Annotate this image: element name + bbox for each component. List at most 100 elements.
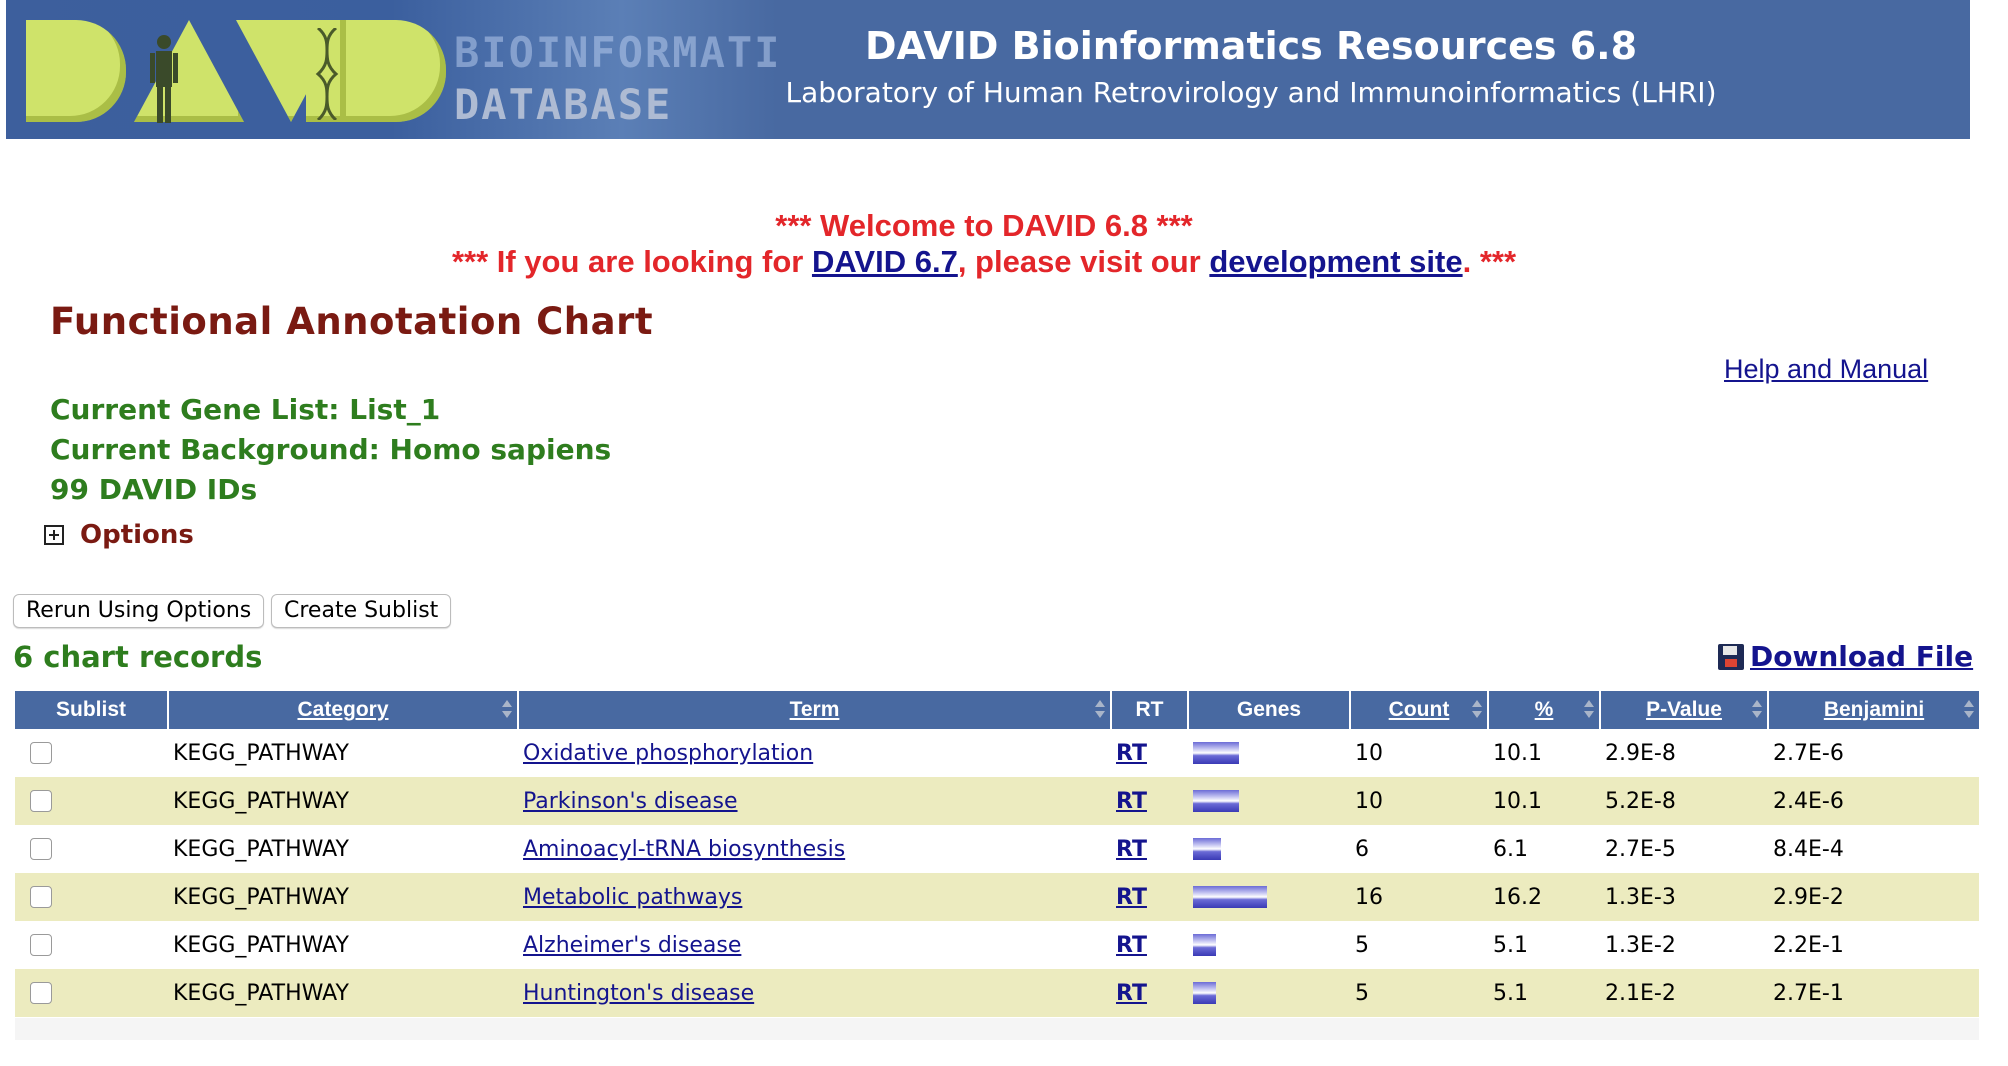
row-checkbox[interactable] <box>30 886 52 908</box>
column-header-sublist: Sublist <box>15 691 169 729</box>
percent-cell: 16.2 <box>1488 873 1600 921</box>
term-link[interactable]: Alzheimer's disease <box>523 933 741 958</box>
column-header-benjamini[interactable]: Benjamini <box>1768 691 1979 729</box>
sort-arrows-icon[interactable] <box>501 697 513 721</box>
term-link[interactable]: Parkinson's disease <box>523 789 738 814</box>
row-checkbox[interactable] <box>30 838 52 860</box>
percent-cell: 10.1 <box>1488 777 1600 825</box>
sort-arrows-icon[interactable] <box>1094 697 1106 721</box>
notice-suffix: . *** <box>1462 244 1517 279</box>
term-cell: Aminoacyl-tRNA biosynthesis <box>518 825 1111 873</box>
create-sublist-button[interactable]: Create Sublist <box>271 594 452 628</box>
term-link[interactable]: Huntington's disease <box>523 981 754 1006</box>
column-header-count[interactable]: Count <box>1350 691 1489 729</box>
pvalue-cell: 2.1E-2 <box>1600 969 1768 1017</box>
benjamini-cell: 2.2E-1 <box>1768 921 1979 969</box>
table-row: KEGG_PATHWAY Alzheimer's disease RT 5 5.… <box>15 921 1979 969</box>
expand-plus-icon[interactable] <box>44 525 64 545</box>
table-row: KEGG_PATHWAY Metabolic pathways RT 16 16… <box>15 873 1979 921</box>
genes-bar[interactable] <box>1193 886 1267 908</box>
download-file-label[interactable]: Download File <box>1750 640 1973 673</box>
term-cell: Parkinson's disease <box>518 777 1111 825</box>
category-cell: KEGG_PATHWAY <box>168 969 518 1017</box>
notice-prefix: *** If you are looking for <box>451 244 812 279</box>
rt-cell: RT <box>1111 873 1188 921</box>
sort-arrows-icon[interactable] <box>1751 697 1763 721</box>
sublist-cell <box>15 825 168 873</box>
percent-cell: 5.1 <box>1488 969 1600 1017</box>
annotation-chart-table: Sublist Category Term RT Genes Count % P… <box>15 691 1979 1017</box>
column-header-pvalue[interactable]: P-Value <box>1600 691 1769 729</box>
pvalue-cell: 1.3E-2 <box>1600 921 1768 969</box>
rt-link[interactable]: RT <box>1116 789 1147 814</box>
current-background: Current Background: Homo sapiens <box>50 433 612 466</box>
table-row: KEGG_PATHWAY Parkinson's disease RT 10 1… <box>15 777 1979 825</box>
welcome-text: *** Welcome to DAVID 6.8 *** <box>775 208 1193 243</box>
column-header-genes: Genes <box>1188 691 1351 729</box>
site-subtitle: Laboratory of Human Retrovirology and Im… <box>785 76 1717 109</box>
notice-middle: , please visit our <box>957 244 1210 279</box>
category-cell: KEGG_PATHWAY <box>168 825 518 873</box>
genes-bar[interactable] <box>1193 838 1221 860</box>
logo-letter-d2 <box>346 20 446 122</box>
term-link[interactable]: Oxidative phosphorylation <box>523 741 813 766</box>
pvalue-cell: 2.9E-8 <box>1600 729 1768 777</box>
options-label[interactable]: Options <box>80 520 194 550</box>
count-cell: 10 <box>1350 777 1488 825</box>
genes-cell <box>1188 921 1350 969</box>
rerun-using-options-button[interactable]: Rerun Using Options <box>13 594 265 628</box>
sublist-cell <box>15 921 168 969</box>
row-checkbox[interactable] <box>30 982 52 1004</box>
rt-cell: RT <box>1111 777 1188 825</box>
benjamini-cell: 2.4E-6 <box>1768 777 1979 825</box>
options-expander[interactable]: Options <box>44 520 194 550</box>
row-checkbox[interactable] <box>30 934 52 956</box>
rt-link[interactable]: RT <box>1116 933 1147 958</box>
table-body: KEGG_PATHWAY Oxidative phosphorylation R… <box>15 729 1979 1017</box>
column-header-rt: RT <box>1111 691 1189 729</box>
term-cell: Oxidative phosphorylation <box>518 729 1111 777</box>
row-checkbox[interactable] <box>30 742 52 764</box>
category-cell: KEGG_PATHWAY <box>168 777 518 825</box>
genes-bar[interactable] <box>1193 982 1216 1004</box>
rt-link[interactable]: RT <box>1116 741 1147 766</box>
david-67-link[interactable]: DAVID 6.7 <box>812 244 958 279</box>
floppy-disk-icon <box>1718 643 1744 670</box>
sort-arrows-icon[interactable] <box>1963 697 1975 721</box>
sublist-cell <box>15 873 168 921</box>
sort-arrows-icon[interactable] <box>1583 697 1595 721</box>
genes-bar[interactable] <box>1193 742 1239 764</box>
table-row: KEGG_PATHWAY Huntington's disease RT 5 5… <box>15 969 1979 1017</box>
rt-link[interactable]: RT <box>1116 885 1147 910</box>
rt-link[interactable]: RT <box>1116 837 1147 862</box>
help-and-manual-link[interactable]: Help and Manual <box>1724 354 1928 385</box>
logo-subtitle-database: DATABASE <box>454 80 673 129</box>
chart-records-count: 6 chart records <box>13 640 263 674</box>
row-checkbox[interactable] <box>30 790 52 812</box>
term-link[interactable]: Metabolic pathways <box>523 885 742 910</box>
column-header-percent[interactable]: % <box>1488 691 1601 729</box>
category-cell: KEGG_PATHWAY <box>168 873 518 921</box>
welcome-notice: *** Welcome to DAVID 6.8 *** <box>0 208 1968 244</box>
genes-cell <box>1188 729 1350 777</box>
column-header-category[interactable]: Category <box>168 691 519 729</box>
pvalue-cell: 1.3E-3 <box>1600 873 1768 921</box>
rt-link[interactable]: RT <box>1116 981 1147 1006</box>
genes-bar[interactable] <box>1193 790 1239 812</box>
development-site-link[interactable]: development site <box>1209 244 1462 279</box>
rt-cell: RT <box>1111 729 1188 777</box>
column-header-term[interactable]: Term <box>518 691 1112 729</box>
site-title: DAVID Bioinformatics Resources 6.8 <box>864 24 1638 68</box>
count-cell: 16 <box>1350 873 1488 921</box>
category-cell: KEGG_PATHWAY <box>168 921 518 969</box>
count-cell: 10 <box>1350 729 1488 777</box>
term-link[interactable]: Aminoacyl-tRNA biosynthesis <box>523 837 845 862</box>
sort-arrows-icon[interactable] <box>1471 697 1483 721</box>
genes-bar[interactable] <box>1193 934 1216 956</box>
benjamini-cell: 2.9E-2 <box>1768 873 1979 921</box>
download-file-link[interactable]: Download File <box>1718 640 1973 673</box>
table-header-row: Sublist Category Term RT Genes Count % P… <box>15 691 1979 729</box>
pvalue-cell: 5.2E-8 <box>1600 777 1768 825</box>
rt-cell: RT <box>1111 969 1188 1017</box>
term-cell: Huntington's disease <box>518 969 1111 1017</box>
